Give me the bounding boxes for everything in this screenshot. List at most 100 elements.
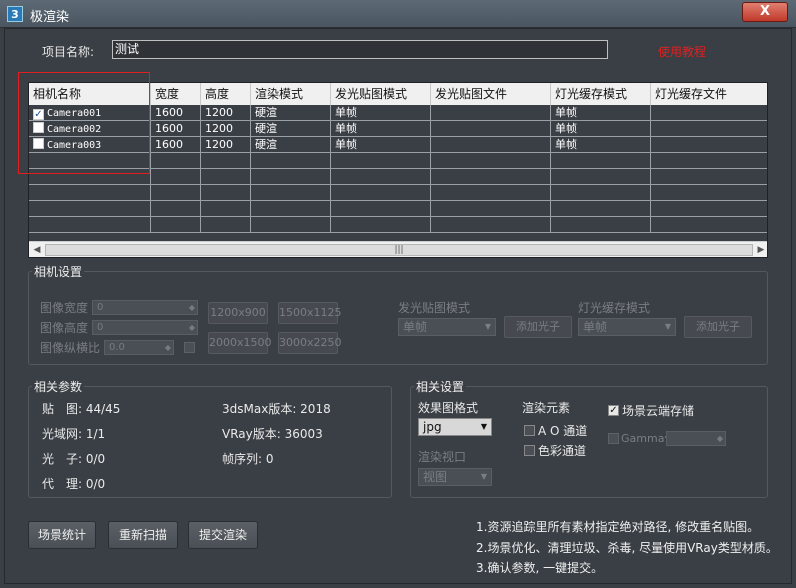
empty-row (29, 201, 767, 217)
format-select[interactable]: jpg ▼ (418, 418, 492, 436)
ao-channel-checkbox[interactable] (524, 425, 535, 436)
scroll-thumb[interactable]: ||| (45, 244, 753, 256)
format-label: 效果图格式 (418, 401, 479, 415)
tutorial-link[interactable]: 使用教程 (658, 43, 706, 60)
aspect-ratio-spinner[interactable]: 0.0 ◆ (104, 340, 174, 355)
preset-2000x1500-button[interactable]: 2000x1500 (208, 332, 272, 354)
col-camera-name[interactable]: 相机名称 (29, 83, 151, 105)
related-settings-title: 相关设置 (414, 378, 467, 395)
cell-width: 1600 (151, 105, 201, 121)
horizontal-scrollbar[interactable]: ◀ ||| ▶ (29, 241, 767, 257)
rescan-button[interactable]: 重新扫描 (108, 521, 178, 549)
project-name-label: 项目名称: (42, 45, 95, 59)
cell-lc-mode: 单帧 (551, 121, 651, 137)
window-title: 极渲染 (30, 10, 70, 25)
cloud-storage-checkbox[interactable]: ✓ (608, 405, 619, 416)
frame-sequence: 帧序列: 0 (222, 452, 274, 466)
cell-lc-mode: 单帧 (551, 105, 651, 121)
table-row[interactable]: Camera003 1600 1200 硬渲 单帧 单帧 (29, 137, 767, 153)
preset-1500x1125-button[interactable]: 1500x1125 (278, 302, 342, 324)
col-lc-mode[interactable]: 灯光缓存模式 (551, 83, 651, 105)
ao-channel-label: A O 通道 (538, 424, 588, 438)
table-row[interactable]: Camera002 1600 1200 硬渲 单帧 单帧 (29, 121, 767, 137)
image-height-label: 图像高度 (40, 321, 89, 335)
photon-count: 光 子: 0/0 (42, 452, 106, 466)
related-params-title: 相关参数 (32, 378, 85, 395)
scroll-right-icon[interactable]: ▶ (755, 244, 767, 256)
cell-lc-file (651, 105, 767, 121)
row-checkbox[interactable] (33, 138, 44, 149)
project-name-input[interactable]: 测试 (112, 40, 608, 59)
aspect-ratio-label: 图像纵横比 (40, 341, 101, 355)
close-button[interactable]: X (742, 2, 788, 22)
col-render-mode[interactable]: 渲染模式 (251, 83, 331, 105)
col-lc-file[interactable]: 灯光缓存文件 (651, 83, 767, 105)
cell-irr-mode: 单帧 (331, 105, 431, 121)
cell-width: 1600 (151, 137, 201, 153)
scroll-left-icon[interactable]: ◀ (31, 244, 43, 256)
camera-name: Camera001 (47, 108, 102, 119)
col-irr-mode[interactable]: 发光贴图模式 (331, 83, 431, 105)
lc-mode-label: 灯光缓存模式 (578, 301, 651, 315)
image-width-spinner[interactable]: 0 ◆ (92, 300, 198, 315)
cell-irr-mode: 单帧 (331, 121, 431, 137)
irr-mode-label: 发光贴图模式 (398, 301, 471, 315)
row-checkbox[interactable]: ✓ (33, 109, 44, 120)
camera-settings-title: 相机设置 (32, 263, 85, 280)
cell-lc-mode: 单帧 (551, 137, 651, 153)
gamma-checkbox[interactable] (608, 433, 619, 444)
tip-line: 3.确认参数, 一键提交。 (476, 561, 604, 575)
viewport-label: 渲染视口 (418, 450, 467, 464)
empty-row (29, 217, 767, 233)
viewport-select[interactable]: 视图 ▼ (418, 468, 492, 486)
cell-irr-file (431, 121, 551, 137)
irr-mode-select[interactable]: 单帧 ▼ (398, 318, 496, 336)
lc-add-photon-button[interactable]: 添加光子 (684, 316, 752, 338)
cell-width: 1600 (151, 121, 201, 137)
max-version: 3dsMax版本: 2018 (222, 402, 331, 416)
col-height[interactable]: 高度 (201, 83, 251, 105)
render-elements-label: 渲染元素 (522, 401, 571, 415)
camera-name: Camera002 (47, 124, 102, 135)
cell-irr-file (431, 105, 551, 121)
col-irr-file[interactable]: 发光贴图文件 (431, 83, 551, 105)
preset-1200x900-button[interactable]: 1200x900 (208, 302, 268, 324)
cloud-storage-label: 场景云端存储 (622, 404, 695, 418)
col-width[interactable]: 宽度 (151, 83, 201, 105)
tip-line: 2.场景优化、清理垃圾、杀毒, 尽量使用VRay类型材质。 (476, 541, 778, 555)
scene-stats-button[interactable]: 场景统计 (28, 521, 96, 549)
empty-row (29, 185, 767, 201)
cell-lc-file (651, 137, 767, 153)
table-header: 相机名称 宽度 高度 渲染模式 发光贴图模式 发光贴图文件 灯光缓存模式 灯光缓… (29, 83, 767, 105)
cell-render-mode: 硬渲 (251, 137, 331, 153)
gamma-spinner[interactable]: ◆ (666, 431, 726, 446)
image-height-spinner[interactable]: 0 ◆ (92, 320, 198, 335)
cell-height: 1200 (201, 105, 251, 121)
lc-mode-select[interactable]: 单帧 ▼ (578, 318, 676, 336)
vray-version: VRay版本: 36003 (222, 427, 323, 441)
color-channel-checkbox[interactable] (524, 445, 535, 456)
app-icon: 3 (7, 6, 23, 22)
aspect-lock-checkbox[interactable] (184, 342, 195, 353)
cell-render-mode: 硬渲 (251, 121, 331, 137)
empty-row (29, 153, 767, 169)
camera-table: 相机名称 宽度 高度 渲染模式 发光贴图模式 发光贴图文件 灯光缓存模式 灯光缓… (28, 82, 768, 258)
title-bar: 3 极渲染 X (0, 0, 796, 28)
irr-add-photon-button[interactable]: 添加光子 (504, 316, 572, 338)
cell-irr-file (431, 137, 551, 153)
preset-3000x2250-button[interactable]: 3000x2250 (278, 332, 342, 354)
camera-name: Camera003 (47, 140, 102, 151)
table-row[interactable]: ✓ Camera001 1600 1200 硬渲 单帧 单帧 (29, 105, 767, 121)
image-width-label: 图像宽度 (40, 301, 89, 315)
cell-lc-file (651, 121, 767, 137)
cell-render-mode: 硬渲 (251, 105, 331, 121)
cell-height: 1200 (201, 137, 251, 153)
tip-line: 1.资源追踪里所有素材指定绝对路径, 修改重名贴图。 (476, 520, 760, 534)
ies-count: 光域网: 1/1 (42, 427, 106, 441)
maps-count: 贴 图: 44/45 (42, 402, 121, 416)
empty-row (29, 169, 767, 185)
row-checkbox[interactable] (33, 122, 44, 133)
submit-render-button[interactable]: 提交渲染 (188, 521, 258, 549)
cell-irr-mode: 单帧 (331, 137, 431, 153)
color-channel-label: 色彩通道 (538, 444, 587, 458)
